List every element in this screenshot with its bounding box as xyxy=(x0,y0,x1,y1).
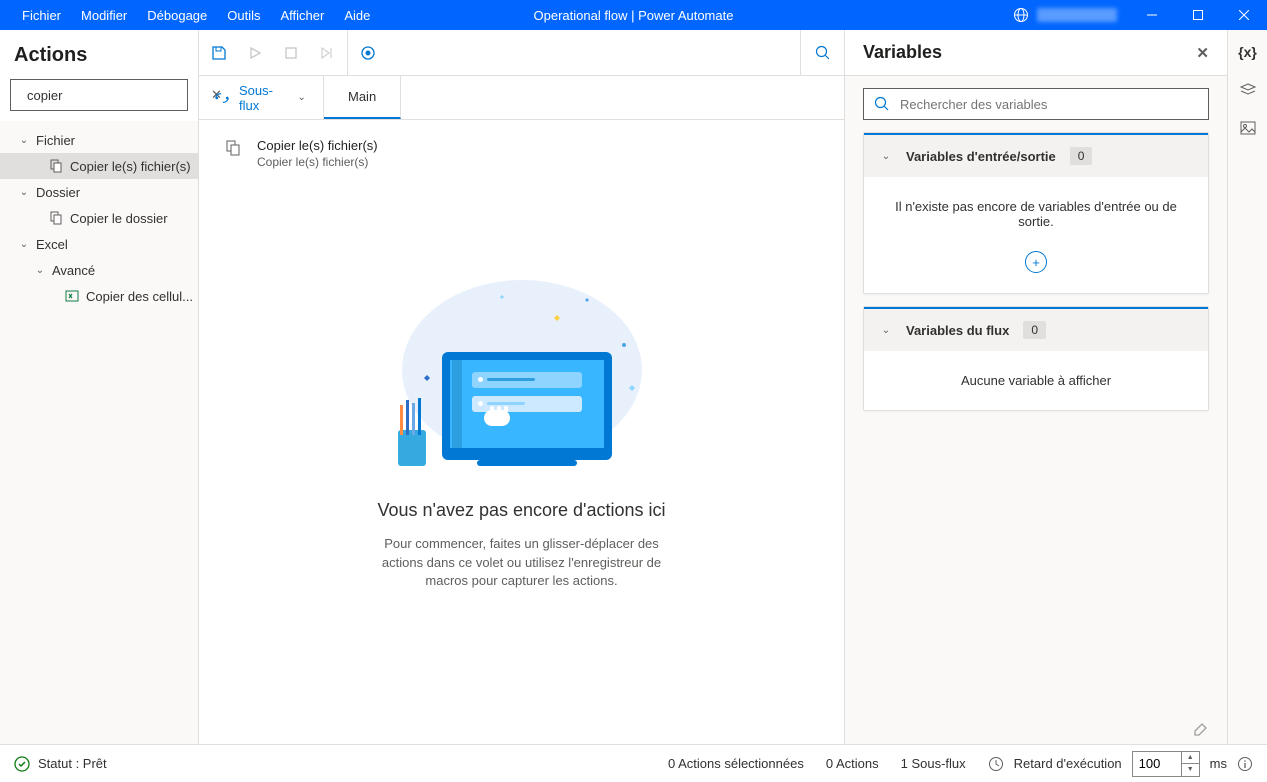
empty-state-title: Vous n'avez pas encore d'actions ici xyxy=(377,500,665,521)
menu-outils[interactable]: Outils xyxy=(217,2,270,29)
variables-title: Variables xyxy=(863,42,942,63)
actions-tree: ⌄Fichier Copier le(s) fichier(s) ⌄Dossie… xyxy=(0,121,198,744)
actions-search-input[interactable] xyxy=(27,88,203,103)
io-variables-header[interactable]: ⌄ Variables d'entrée/sortie 0 xyxy=(864,133,1208,177)
close-button[interactable] xyxy=(1221,0,1267,30)
excel-icon xyxy=(64,288,80,304)
run-button[interactable] xyxy=(245,43,265,63)
io-variables-count: 0 xyxy=(1070,147,1093,165)
save-button[interactable] xyxy=(209,43,229,63)
stop-button[interactable] xyxy=(281,43,301,63)
title-bar: Fichier Modifier Débogage Outils Affiche… xyxy=(0,0,1267,30)
subflow-bar: Sous-flux ⌄ Main xyxy=(199,76,844,120)
flow-variables-count: 0 xyxy=(1023,321,1046,339)
actions-title: Actions xyxy=(0,30,198,79)
chevron-down-icon: ⌄ xyxy=(880,151,892,162)
empty-state-illustration xyxy=(382,280,662,480)
delay-down[interactable]: ▼ xyxy=(1182,764,1199,776)
menu-aide[interactable]: Aide xyxy=(334,2,380,29)
workspace-search-button[interactable] xyxy=(800,30,844,75)
variables-search-input[interactable] xyxy=(900,97,1198,112)
actions-search[interactable]: ✕ xyxy=(10,79,188,111)
variables-search[interactable] xyxy=(863,88,1209,120)
status-text: Statut : Prêt xyxy=(38,756,107,771)
toolbar xyxy=(199,30,844,76)
tree-cat-fichier[interactable]: ⌄Fichier xyxy=(0,127,198,153)
search-icon xyxy=(874,96,890,112)
user-badge[interactable] xyxy=(1001,0,1129,30)
eraser-icon[interactable] xyxy=(1191,718,1209,736)
workspace[interactable]: Copier le(s) fichier(s) Copier le(s) fic… xyxy=(199,120,844,744)
globe-icon xyxy=(1013,7,1029,23)
variables-header: Variables ✕ xyxy=(845,30,1227,76)
workspace-panel: Sous-flux ⌄ Main Copier le(s) fichier(s)… xyxy=(199,30,845,744)
flow-variables-section: ⌄ Variables du flux 0 Aucune variable à … xyxy=(863,306,1209,411)
flow-variables-header[interactable]: ⌄ Variables du flux 0 xyxy=(864,307,1208,351)
add-io-variable-button[interactable]: + xyxy=(1025,251,1047,273)
menu-fichier[interactable]: Fichier xyxy=(12,2,71,29)
subflow-dropdown[interactable]: Sous-flux ⌄ xyxy=(199,76,324,119)
dragged-action-subtitle: Copier le(s) fichier(s) xyxy=(257,155,378,169)
delay-label: Retard d'exécution xyxy=(1014,756,1122,771)
io-variables-empty: Il n'existe pas encore de variables d'en… xyxy=(864,177,1208,251)
status-actions: 0 Actions xyxy=(826,756,879,771)
images-tool-icon[interactable] xyxy=(1238,118,1258,138)
tab-main[interactable]: Main xyxy=(324,76,401,119)
chevron-down-icon: ⌄ xyxy=(18,187,30,198)
variables-tool-icon[interactable]: {x} xyxy=(1238,42,1258,62)
copy-icon xyxy=(48,158,64,174)
menu-modifier[interactable]: Modifier xyxy=(71,2,137,29)
execution-delay: Retard d'exécution ▲ ▼ ms xyxy=(988,751,1253,777)
menu-afficher[interactable]: Afficher xyxy=(271,2,335,29)
action-copier-fichiers[interactable]: Copier le(s) fichier(s) xyxy=(0,153,198,179)
status-subflows: 1 Sous-flux xyxy=(901,756,966,771)
close-panel-icon[interactable]: ✕ xyxy=(1196,44,1209,62)
step-button[interactable] xyxy=(317,43,337,63)
delay-input[interactable]: ▲ ▼ xyxy=(1132,751,1200,777)
chevron-down-icon: ⌄ xyxy=(18,239,30,250)
minimize-button[interactable] xyxy=(1129,0,1175,30)
dragged-action-title: Copier le(s) fichier(s) xyxy=(257,138,378,153)
copy-icon xyxy=(48,210,64,226)
status-selected: 0 Actions sélectionnées xyxy=(668,756,804,771)
action-copier-cellules[interactable]: Copier des cellul... xyxy=(0,283,198,309)
status-bar: Statut : Prêt 0 Actions sélectionnées 0 … xyxy=(0,744,1267,782)
layers-tool-icon[interactable] xyxy=(1238,80,1258,100)
delay-unit: ms xyxy=(1210,756,1227,771)
chevron-down-icon: ⌄ xyxy=(34,265,46,276)
action-copier-dossier[interactable]: Copier le dossier xyxy=(0,205,198,231)
info-icon[interactable] xyxy=(1237,756,1253,772)
subflow-icon xyxy=(215,91,229,105)
chevron-down-icon: ⌄ xyxy=(880,325,892,336)
main-menu: Fichier Modifier Débogage Outils Affiche… xyxy=(0,2,380,29)
dragged-action[interactable]: Copier le(s) fichier(s) Copier le(s) fic… xyxy=(199,120,844,187)
right-tool-strip: {x} xyxy=(1227,30,1267,744)
menu-debogage[interactable]: Débogage xyxy=(137,2,217,29)
actions-panel: Actions ✕ ⌄Fichier Copier le(s) fichier(… xyxy=(0,30,199,744)
clock-icon xyxy=(988,756,1004,772)
tree-cat-excel[interactable]: ⌄Excel xyxy=(0,231,198,257)
io-variables-section: ⌄ Variables d'entrée/sortie 0 Il n'exist… xyxy=(863,132,1209,294)
empty-state-body: Pour commencer, faites un glisser-déplac… xyxy=(367,535,677,592)
tree-subcat-avance[interactable]: ⌄Avancé xyxy=(0,257,198,283)
tree-cat-dossier[interactable]: ⌄Dossier xyxy=(0,179,198,205)
search-icon xyxy=(815,45,831,61)
status-ok-icon xyxy=(14,756,30,772)
chevron-down-icon: ⌄ xyxy=(18,135,30,146)
copy-icon xyxy=(225,140,243,158)
chevron-down-icon: ⌄ xyxy=(296,92,307,103)
window-title: Operational flow | Power Automate xyxy=(534,8,734,23)
variables-panel: Variables ✕ ⌄ Variables d'entrée/sortie … xyxy=(845,30,1227,744)
record-button[interactable] xyxy=(358,43,378,63)
delay-value[interactable] xyxy=(1133,756,1181,771)
flow-variables-empty: Aucune variable à afficher xyxy=(864,351,1208,410)
delay-up[interactable]: ▲ xyxy=(1182,752,1199,765)
maximize-button[interactable] xyxy=(1175,0,1221,30)
empty-state: Vous n'avez pas encore d'actions ici Pou… xyxy=(199,187,844,744)
